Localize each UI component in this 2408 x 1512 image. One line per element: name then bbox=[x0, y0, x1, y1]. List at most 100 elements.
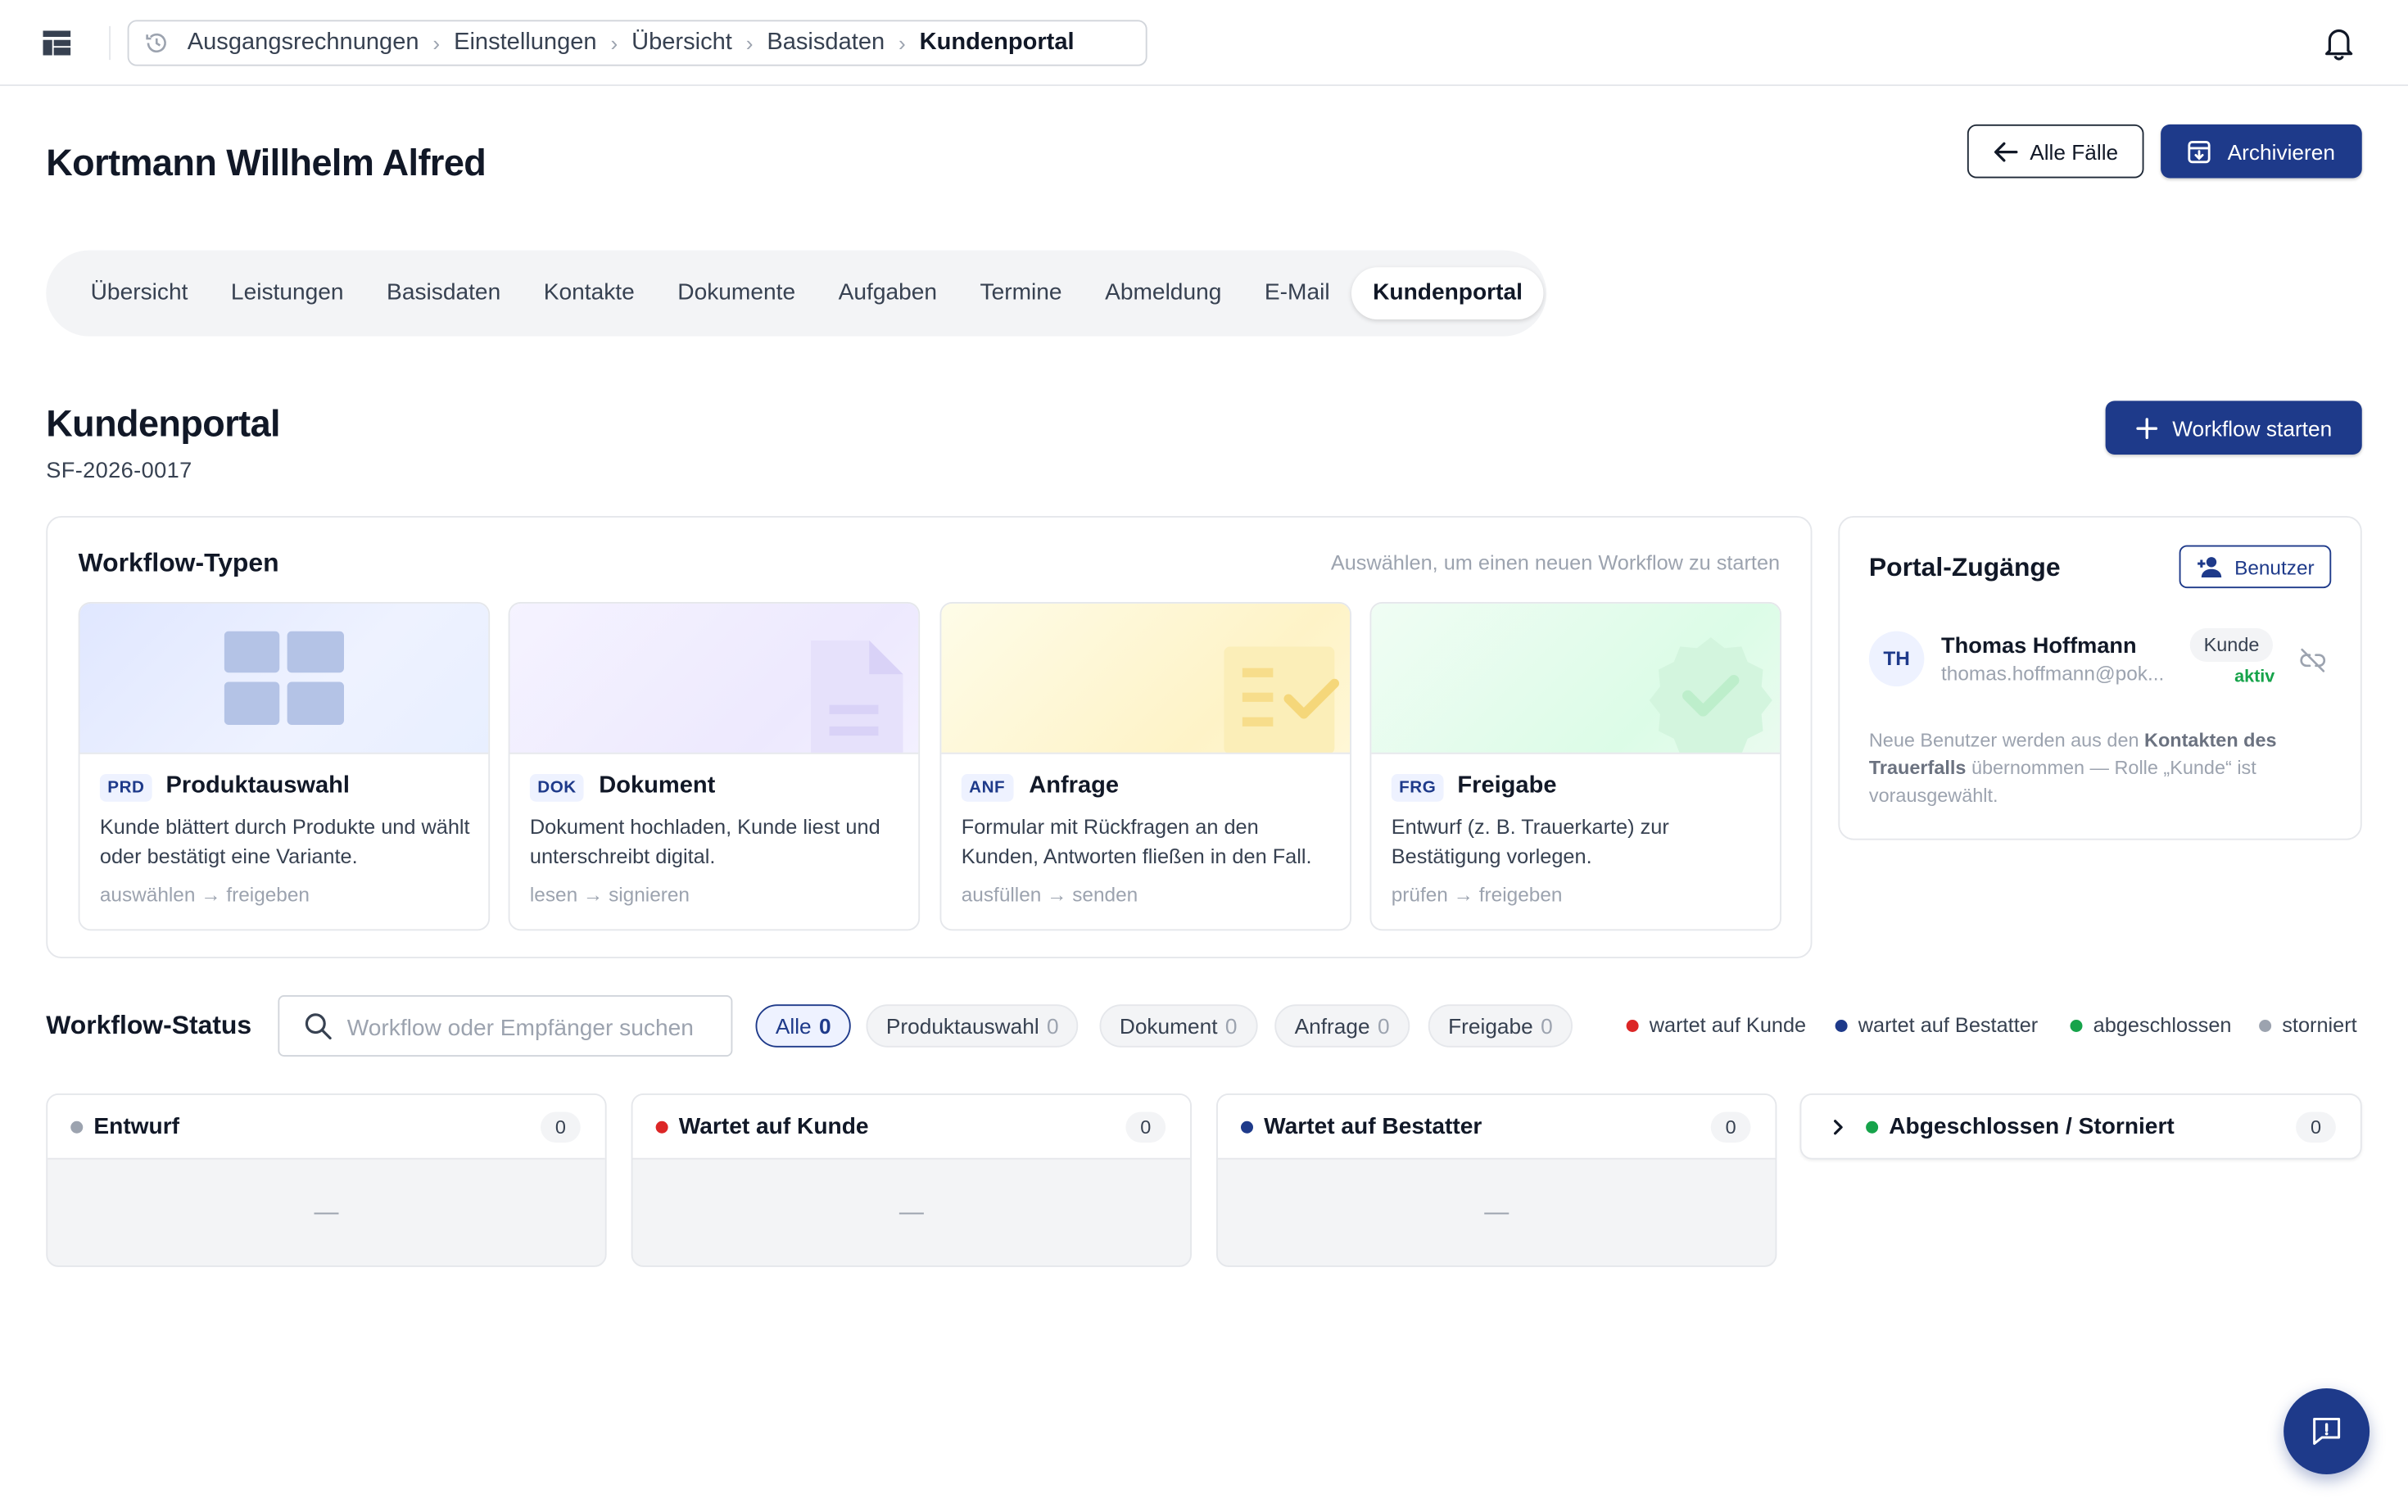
type-name: Freigabe bbox=[1457, 772, 1557, 799]
search-input[interactable] bbox=[346, 1008, 716, 1046]
tab-leistungen[interactable]: Leistungen bbox=[210, 267, 365, 319]
tab-termine[interactable]: Termine bbox=[958, 267, 1084, 319]
column-header: Entwurf 0 bbox=[48, 1094, 605, 1160]
tab-kundenportal[interactable]: Kundenportal bbox=[1351, 267, 1545, 319]
type-code-badge: PRD bbox=[99, 774, 152, 802]
tab-aufgaben[interactable]: Aufgaben bbox=[817, 267, 958, 319]
tab-bar: Übersicht Leistungen Basisdaten Kontakte… bbox=[46, 250, 1547, 337]
status-column-abgeschlossen-toggle[interactable]: Abgeschlossen / Storniert 0 bbox=[1799, 1093, 2362, 1160]
page-title: Kortmann Willhelm Alfred bbox=[46, 143, 487, 184]
filter-chip-anfrage[interactable]: Anfrage 0 bbox=[1274, 1004, 1410, 1048]
workflow-types-card: Workflow-Typen Auswählen, um einen neuen… bbox=[46, 516, 1813, 958]
filter-chip-dokument[interactable]: Dokument 0 bbox=[1099, 1004, 1257, 1048]
archive-button[interactable]: Archivieren bbox=[2161, 124, 2362, 179]
workflow-type-produktauswahl[interactable]: PRD Produktauswahl Kunde blättert durch … bbox=[78, 602, 491, 931]
breadcrumb-item[interactable]: Einstellungen bbox=[454, 29, 597, 57]
type-banner bbox=[79, 603, 489, 754]
layout-grid-icon[interactable] bbox=[43, 30, 71, 56]
section-title: Kundenportal bbox=[46, 404, 280, 446]
breadcrumb-separator: › bbox=[432, 30, 441, 56]
role-badge: Kunde bbox=[2189, 627, 2274, 663]
status-column-wartet-auf-kunde: Wartet auf Kunde 0 — bbox=[631, 1093, 1192, 1267]
tab-basisdaten[interactable]: Basisdaten bbox=[365, 267, 523, 319]
add-user-button[interactable]: Benutzer bbox=[2179, 545, 2332, 589]
workflow-types-title: Workflow-Typen bbox=[78, 548, 279, 577]
type-name: Dokument bbox=[599, 772, 716, 799]
breadcrumb-separator: › bbox=[745, 30, 754, 56]
chevron-right-icon bbox=[1834, 1119, 1843, 1134]
bell-icon[interactable] bbox=[2322, 25, 2356, 61]
filter-count: 0 bbox=[819, 1013, 831, 1039]
legend-dot bbox=[2259, 1019, 2272, 1032]
filter-chip-produktauswahl[interactable]: Produktauswahl 0 bbox=[866, 1004, 1080, 1048]
column-title: Wartet auf Kunde bbox=[678, 1113, 869, 1140]
status-column-entwurf: Entwurf 0 — bbox=[46, 1093, 607, 1267]
column-count: 0 bbox=[1710, 1111, 1751, 1143]
start-workflow-button[interactable]: Workflow starten bbox=[2105, 401, 2362, 455]
filter-chip-freigabe[interactable]: Freigabe 0 bbox=[1428, 1004, 1573, 1048]
type-description: Kunde blättert durch Produkte und wählt … bbox=[99, 815, 470, 867]
workflow-status-title: Workflow-Status bbox=[46, 1010, 252, 1040]
type-name: Anfrage bbox=[1029, 772, 1120, 799]
breadcrumb-item[interactable]: Übersicht bbox=[631, 29, 732, 57]
tab-email[interactable]: E-Mail bbox=[1243, 267, 1351, 319]
legend-dot bbox=[2070, 1019, 2083, 1032]
workflow-type-dokument[interactable]: DOK Dokument Dokument hochladen, Kunde l… bbox=[508, 602, 921, 931]
tab-abmeldung[interactable]: Abmeldung bbox=[1084, 267, 1243, 319]
legend-item: wartet auf Kunde bbox=[1626, 1014, 1806, 1037]
legend-item: wartet auf Bestatter bbox=[1835, 1014, 2038, 1037]
type-flow: prüfen → freigeben bbox=[1391, 883, 1563, 907]
type-banner bbox=[509, 603, 919, 754]
type-name: Produktauswahl bbox=[165, 772, 350, 799]
portal-note: Neue Benutzer werden aus den Kontakten d… bbox=[1869, 727, 2330, 809]
portal-access-title: Portal-Zugänge bbox=[1868, 553, 2061, 582]
type-flow: ausfüllen → senden bbox=[961, 883, 1138, 907]
type-flow: auswählen → freigeben bbox=[99, 883, 310, 907]
user-name: Thomas Hoffmann bbox=[1941, 634, 2137, 659]
type-description: Dokument hochladen, Kunde liest und unte… bbox=[529, 815, 880, 867]
portal-note-text: Neue Benutzer werden aus den bbox=[1868, 729, 2145, 751]
start-workflow-label: Workflow starten bbox=[2172, 415, 2333, 441]
breadcrumb: Ausgangsrechnungen › Einstellungen › Übe… bbox=[127, 20, 1147, 66]
archive-icon bbox=[2188, 140, 2211, 163]
column-title: Wartet auf Bestatter bbox=[1264, 1113, 1482, 1140]
tab-uebersicht[interactable]: Übersicht bbox=[69, 267, 209, 319]
column-count: 0 bbox=[541, 1111, 581, 1143]
filter-count: 0 bbox=[1224, 1013, 1238, 1039]
archive-label: Archivieren bbox=[2227, 138, 2335, 164]
filter-chip-alle[interactable]: Alle 0 bbox=[755, 1004, 852, 1048]
breadcrumb-current: Kundenportal bbox=[919, 29, 1075, 56]
type-banner bbox=[1371, 603, 1781, 754]
type-code-badge: ANF bbox=[961, 774, 1013, 802]
workflow-type-anfrage[interactable]: ANF Anfrage Formular mit Rückfragen an d… bbox=[939, 602, 1351, 931]
search-icon bbox=[305, 1013, 332, 1040]
workflow-type-freigabe[interactable]: FRG Freigabe Entwurf (z. B. Trauerkarte)… bbox=[1369, 602, 1781, 931]
tab-kontakte[interactable]: Kontakte bbox=[522, 267, 656, 319]
legend-label: abgeschlossen bbox=[2093, 1013, 2232, 1037]
filter-label: Anfrage bbox=[1294, 1013, 1370, 1039]
legend-item: storniert bbox=[2259, 1014, 2357, 1037]
feedback-button[interactable] bbox=[2284, 1388, 2370, 1474]
column-empty: — bbox=[898, 1199, 924, 1226]
grid-icon bbox=[224, 631, 344, 725]
status-dot bbox=[1241, 1120, 1253, 1133]
arrow-left-icon bbox=[1994, 141, 2017, 161]
workflow-types-hint: Auswählen, um einen neuen Workflow zu st… bbox=[1330, 551, 1781, 575]
feedback-message-icon bbox=[2313, 1418, 2341, 1445]
history-icon[interactable] bbox=[144, 31, 169, 56]
all-cases-label: Alle Fälle bbox=[2030, 138, 2119, 164]
tab-dokumente[interactable]: Dokumente bbox=[656, 267, 817, 319]
portal-access-card: Portal-Zugänge Benutzer TH Thomas Hoffma… bbox=[1838, 516, 2362, 840]
breadcrumb-item[interactable]: Ausgangsrechnungen bbox=[188, 29, 419, 57]
document-icon bbox=[811, 640, 903, 753]
unlink-icon[interactable] bbox=[2299, 648, 2327, 672]
column-count: 0 bbox=[1125, 1111, 1166, 1143]
type-banner bbox=[941, 603, 1351, 754]
all-cases-button[interactable]: Alle Fälle bbox=[1967, 124, 2144, 179]
search-box bbox=[278, 995, 733, 1057]
add-user-label: Benutzer bbox=[2234, 555, 2315, 578]
type-description: Formular mit Rückfragen an den Kunden, A… bbox=[961, 815, 1312, 867]
filter-label: Alle bbox=[775, 1013, 812, 1039]
breadcrumb-separator: › bbox=[610, 30, 618, 56]
breadcrumb-item[interactable]: Basisdaten bbox=[767, 29, 885, 57]
